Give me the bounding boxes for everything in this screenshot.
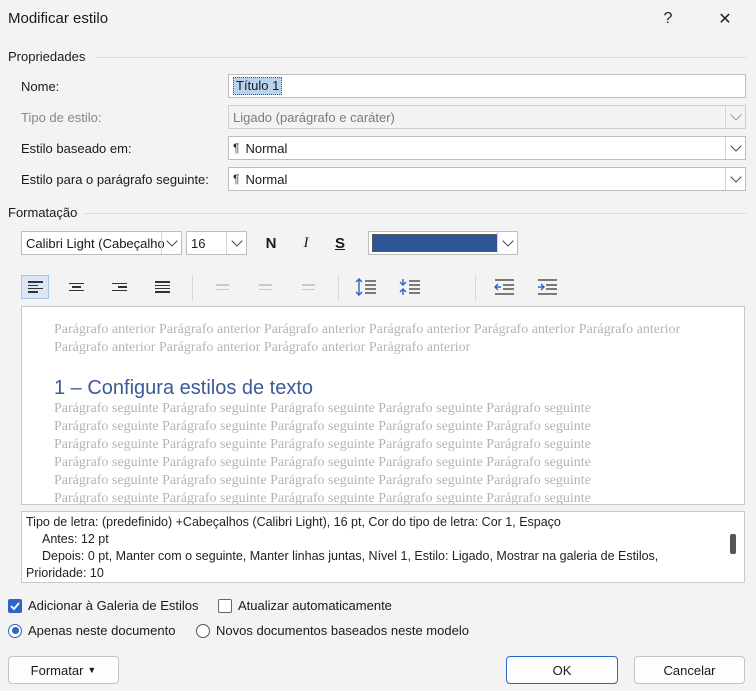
- font-value: Calibri Light (Cabeçalho: [26, 235, 164, 251]
- underline-button[interactable]: S: [326, 231, 354, 255]
- ok-button[interactable]: OK: [506, 656, 618, 684]
- auto-update-checkbox[interactable]: [218, 598, 232, 613]
- font-size-value: 16: [191, 235, 206, 251]
- align-right-button[interactable]: [105, 275, 133, 299]
- paragraph-mark-icon: ¶: [233, 141, 240, 155]
- properties-section-label: Propriedades: [8, 49, 86, 64]
- single-spacing-button[interactable]: [208, 275, 236, 299]
- toolbar-divider: [338, 275, 339, 301]
- based-on-select[interactable]: ¶ Normal: [228, 136, 746, 160]
- font-select[interactable]: Calibri Light (Cabeçalho: [21, 231, 182, 255]
- close-icon: ✕: [718, 11, 732, 28]
- style-description: Tipo de letra: (predefinido) +Cabeçalhos…: [21, 511, 745, 583]
- single-spacing-icon: [215, 284, 229, 290]
- style-type-value: Ligado (parágrafo e caráter): [233, 109, 395, 125]
- formatting-divider: [84, 213, 746, 214]
- decrease-spacing-button[interactable]: [396, 275, 424, 299]
- justify-button[interactable]: [148, 275, 176, 299]
- format-button-label: Formatar: [30, 662, 84, 678]
- align-center-icon: [68, 283, 84, 291]
- style-type-label: Tipo de estilo:: [21, 110, 102, 125]
- italic-button[interactable]: I: [292, 231, 320, 255]
- help-button[interactable]: ?: [657, 8, 679, 30]
- toolbar-divider: [475, 275, 476, 301]
- add-gallery-label: Adicionar à Galeria de Estilos: [28, 598, 199, 613]
- bold-button[interactable]: N: [257, 231, 285, 255]
- font-size-select[interactable]: 16: [186, 231, 247, 255]
- font-color-select[interactable]: [368, 231, 518, 255]
- new-documents-radio[interactable]: [196, 623, 210, 638]
- preview-following-line: Parágrafo seguinte Parágrafo seguinte Pa…: [54, 437, 591, 452]
- next-style-value: Normal: [245, 171, 288, 187]
- only-document-option[interactable]: Apenas neste documento: [8, 623, 175, 638]
- chevron-down-icon[interactable]: [226, 232, 246, 254]
- chevron-down-icon[interactable]: [725, 137, 745, 159]
- name-input-value: Título 1: [233, 77, 283, 95]
- description-line: Depois: 0 pt, Manter com o seguinte, Man…: [42, 549, 659, 563]
- decrease-indent-icon: [494, 279, 514, 295]
- align-center-button[interactable]: [62, 275, 90, 299]
- preview-following-line: Parágrafo seguinte Parágrafo seguinte Pa…: [54, 401, 591, 416]
- close-button[interactable]: ✕: [714, 8, 736, 30]
- description-line: Prioridade: 10: [26, 566, 104, 580]
- formatting-section-label: Formatação: [8, 205, 78, 220]
- paragraph-mark-icon: ¶: [233, 172, 240, 186]
- checkmark-icon: [10, 601, 20, 610]
- decrease-indent-button[interactable]: [490, 275, 518, 299]
- style-preview: Parágrafo anterior Parágrafo anterior Pa…: [21, 306, 745, 505]
- next-style-select[interactable]: ¶ Normal: [228, 167, 746, 191]
- align-left-icon: [27, 281, 43, 293]
- chevron-down-icon: [725, 106, 745, 128]
- preview-previous-paragraph: Parágrafo anterior Parágrafo anterior Pa…: [54, 322, 681, 355]
- increase-indent-button[interactable]: [533, 275, 561, 299]
- based-on-label: Estilo baseado em:: [21, 141, 132, 156]
- decrease-spacing-icon: [399, 279, 420, 295]
- dialog-title: Modificar estilo: [8, 10, 109, 27]
- name-label: Nome:: [21, 79, 60, 94]
- only-document-label: Apenas neste documento: [28, 623, 176, 638]
- properties-divider: [96, 57, 746, 58]
- description-scrollbar[interactable]: [730, 534, 736, 554]
- style-type-select: Ligado (parágrafo e caráter): [228, 105, 746, 129]
- preview-heading: 1 – Configura estilos de texto: [54, 377, 314, 399]
- double-spacing-button[interactable]: [294, 275, 322, 299]
- format-button[interactable]: Formatar ▼: [8, 656, 119, 684]
- font-color-swatch: [372, 234, 498, 252]
- preview-following-line: Parágrafo seguinte Parágrafo seguinte Pa…: [54, 455, 591, 470]
- preview-following-line: Parágrafo seguinte Parágrafo seguinte Pa…: [54, 473, 591, 488]
- chevron-down-icon[interactable]: [161, 232, 181, 254]
- double-spacing-icon: [301, 284, 315, 290]
- next-style-label: Estilo para o parágrafo seguinte:: [21, 172, 209, 187]
- increase-indent-icon: [538, 279, 557, 295]
- one-half-spacing-icon: [258, 284, 272, 290]
- chevron-down-icon[interactable]: [725, 168, 745, 190]
- new-documents-option[interactable]: Novos documentos baseados neste modelo: [196, 623, 469, 638]
- preview-following-line: Parágrafo seguinte Parágrafo seguinte Pa…: [54, 419, 591, 434]
- chevron-down-icon[interactable]: [497, 232, 517, 254]
- justify-icon: [154, 281, 170, 293]
- toolbar-divider: [192, 275, 193, 301]
- dropdown-arrow-icon: ▼: [87, 665, 97, 675]
- new-documents-label: Novos documentos baseados neste modelo: [216, 623, 469, 638]
- preview-following-line: Parágrafo seguinte Parágrafo seguinte Pa…: [54, 491, 591, 505]
- add-gallery-checkbox[interactable]: [8, 598, 22, 613]
- align-left-button[interactable]: [21, 275, 49, 299]
- align-right-icon: [111, 283, 127, 291]
- add-gallery-option[interactable]: Adicionar à Galeria de Estilos: [8, 598, 199, 613]
- increase-spacing-button[interactable]: [352, 275, 380, 299]
- cancel-button[interactable]: Cancelar: [634, 656, 745, 684]
- based-on-value: Normal: [245, 140, 288, 156]
- only-document-radio[interactable]: [8, 623, 22, 638]
- description-line: Antes: 12 pt: [42, 532, 109, 546]
- auto-update-option[interactable]: Atualizar automaticamente: [218, 598, 392, 613]
- description-line: Tipo de letra: (predefinido) +Cabeçalhos…: [26, 515, 561, 529]
- name-input[interactable]: Título 1: [228, 74, 746, 98]
- auto-update-label: Atualizar automaticamente: [238, 598, 392, 613]
- one-half-spacing-button[interactable]: [251, 275, 279, 299]
- increase-spacing-icon: [355, 278, 376, 296]
